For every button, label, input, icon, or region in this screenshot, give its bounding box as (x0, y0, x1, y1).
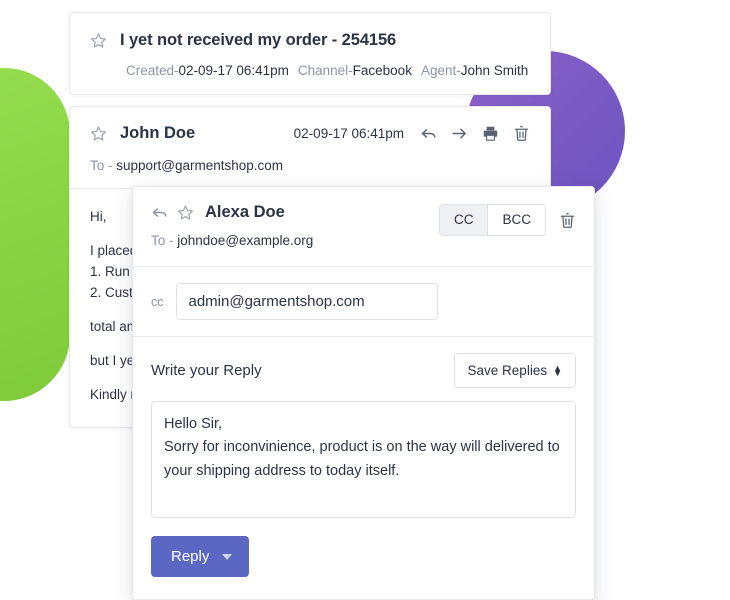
ticket-meta: Created-02-09-17 06:41pm Channel-Facebook… (90, 63, 530, 78)
cc-field-label: cc (151, 294, 164, 309)
channel-value: Facebook (352, 63, 412, 78)
message-date: 02-09-17 06:41pm (293, 126, 404, 141)
delete-icon[interactable] (513, 125, 530, 142)
message-recipient: To - support@garmentshop.com (70, 158, 550, 188)
ticket-title-row: I yet not received my order - 254156 (90, 31, 530, 50)
composer-footer: Reply (133, 518, 594, 599)
ticket-title: I yet not received my order - 254156 (120, 31, 397, 49)
star-outline-icon[interactable] (90, 125, 107, 142)
composer-recipient: To - johndoe@example.org (151, 233, 439, 248)
agent-label: Agent- (420, 63, 461, 78)
composer-to-value: johndoe@example.org (177, 233, 314, 248)
channel-label: Channel- (297, 63, 353, 78)
caret-down-icon[interactable] (222, 553, 233, 560)
message-to-label: To - (90, 158, 117, 173)
save-replies-button[interactable]: Save Replies ▲ ▼ (453, 353, 576, 388)
print-icon[interactable] (482, 125, 499, 142)
cc-bcc-button-group: CC BCC (438, 204, 546, 236)
agent-value: John Smith (460, 63, 529, 78)
created-value: 02-09-17 06:41pm (178, 63, 289, 78)
star-outline-icon[interactable] (177, 204, 194, 221)
composer-header: Alexa Doe To - johndoe@example.org CC BC… (133, 187, 594, 248)
composer-name-row: Alexa Doe (151, 203, 439, 222)
reply-composer-panel: Alexa Doe To - johndoe@example.org CC BC… (132, 186, 595, 600)
composer-to-label: To - (151, 233, 178, 248)
reply-text-line-2: Sorry for inconvinience, product is on t… (164, 439, 564, 479)
write-reply-label: Write your Reply (151, 362, 262, 379)
decorative-green-shape (0, 68, 70, 401)
reply-arrow-icon[interactable] (151, 204, 168, 221)
reply-submit-button[interactable]: Reply (151, 536, 250, 577)
composer-header-left: Alexa Doe To - johndoe@example.org (151, 203, 439, 248)
message-sender-name: John Doe (120, 124, 196, 142)
reply-textarea[interactable]: Hello Sir, Sorry for inconvinience, prod… (151, 401, 576, 518)
cc-button[interactable]: CC (439, 205, 489, 235)
composer-divider-mid (133, 336, 594, 337)
bcc-button[interactable]: BCC (488, 205, 545, 235)
composer-sender-name: Alexa Doe (205, 203, 285, 221)
cc-field-row: cc (133, 267, 594, 336)
reply-button-label: Reply (171, 548, 210, 565)
ticket-header-card: I yet not received my order - 254156 Cre… (69, 12, 551, 95)
reply-icon[interactable] (420, 125, 437, 142)
delete-icon[interactable] (559, 212, 576, 229)
updown-chevron-icon: ▲ ▼ (553, 362, 562, 378)
message-to-value: support@garmentshop.com (116, 158, 284, 173)
forward-icon[interactable] (451, 125, 468, 142)
message-header: John Doe 02-09-17 06:41pm (70, 107, 550, 158)
reply-label-row: Write your Reply Save Replies ▲ ▼ (133, 353, 594, 388)
message-actions: 02-09-17 06:41pm (294, 125, 530, 142)
cc-input[interactable] (175, 283, 438, 320)
reply-text-line-1: Hello Sir, (164, 416, 223, 432)
created-label: Created- (126, 63, 179, 78)
composer-header-actions: CC BCC (438, 203, 576, 236)
save-replies-label: Save Replies (467, 363, 548, 378)
star-outline-icon[interactable] (90, 32, 107, 49)
